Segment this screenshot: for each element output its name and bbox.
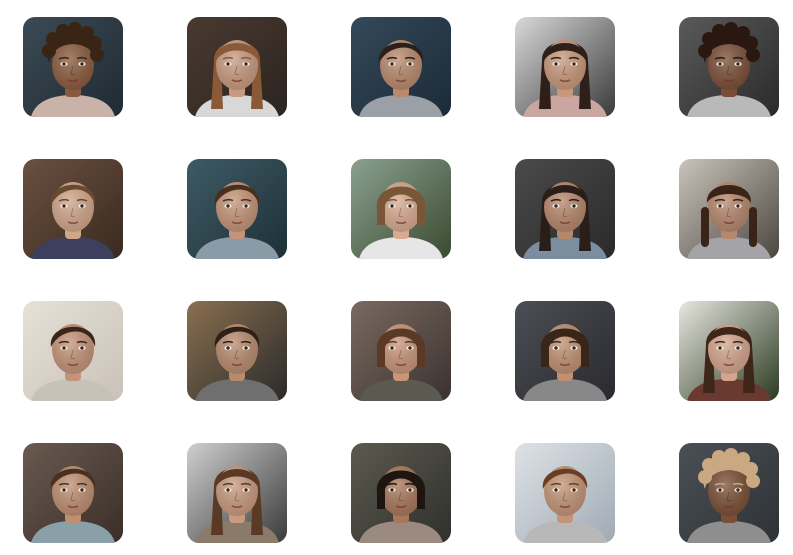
portrait-image — [515, 17, 615, 117]
portrait-thumbnail[interactable] — [351, 17, 451, 117]
portrait-image — [515, 301, 615, 401]
portrait-thumbnail[interactable] — [515, 17, 615, 117]
portrait-image — [351, 301, 451, 401]
portrait-thumbnail[interactable] — [679, 443, 779, 543]
portrait-thumbnail[interactable] — [23, 301, 123, 401]
portrait-thumbnail[interactable] — [351, 443, 451, 543]
portrait-image — [187, 159, 287, 259]
portrait-image — [351, 17, 451, 117]
portrait-image — [679, 301, 779, 401]
portrait-image — [23, 159, 123, 259]
portrait-thumbnail[interactable] — [351, 159, 451, 259]
portrait-image — [515, 159, 615, 259]
portrait-thumbnail[interactable] — [187, 301, 287, 401]
portrait-image — [23, 301, 123, 401]
portrait-thumbnail[interactable] — [23, 443, 123, 543]
portrait-thumbnail[interactable] — [515, 159, 615, 259]
portrait-image — [679, 159, 779, 259]
portrait-thumbnail[interactable] — [187, 159, 287, 259]
portrait-image — [351, 443, 451, 543]
portrait-thumbnail[interactable] — [23, 17, 123, 117]
portrait-thumbnail[interactable] — [23, 159, 123, 259]
portrait-thumbnail[interactable] — [515, 443, 615, 543]
portrait-image — [23, 17, 123, 117]
portrait-image — [187, 17, 287, 117]
portrait-image — [679, 17, 779, 117]
portrait-thumbnail[interactable] — [679, 17, 779, 117]
portrait-image — [515, 443, 615, 543]
portrait-thumbnail[interactable] — [187, 443, 287, 543]
portrait-thumbnail[interactable] — [187, 17, 287, 117]
portrait-thumbnail[interactable] — [515, 301, 615, 401]
portrait-image — [679, 443, 779, 543]
portrait-thumbnail[interactable] — [679, 159, 779, 259]
portrait-grid — [0, 0, 793, 555]
portrait-image — [187, 443, 287, 543]
portrait-thumbnail[interactable] — [679, 301, 779, 401]
portrait-image — [23, 443, 123, 543]
portrait-image — [187, 301, 287, 401]
portrait-thumbnail[interactable] — [351, 301, 451, 401]
portrait-image — [351, 159, 451, 259]
